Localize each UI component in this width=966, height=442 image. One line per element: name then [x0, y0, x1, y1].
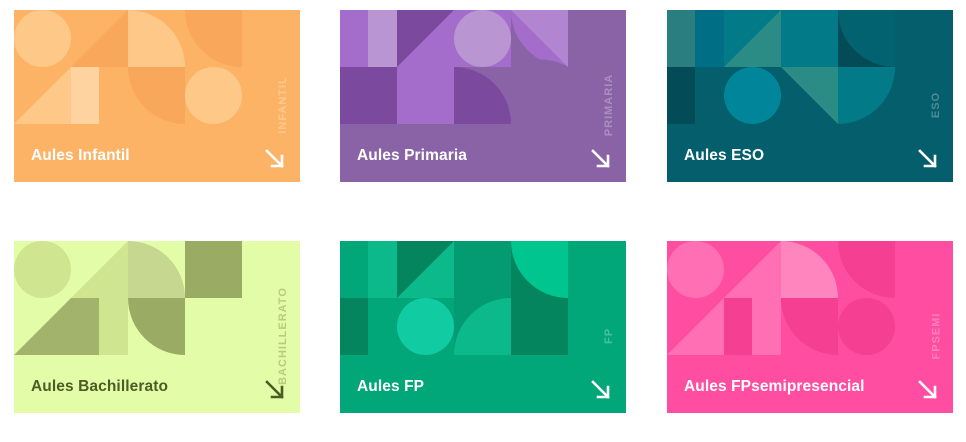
card-label: Aules Bachillerato — [31, 378, 169, 395]
card-tag: PRIMARIA — [603, 73, 616, 137]
arrow-down-right-icon — [265, 380, 284, 399]
card-label: Aules ESO — [684, 147, 765, 164]
card-label: Aules FP — [357, 378, 425, 395]
card-aules-fpsemipresencial[interactable]: FPSEMI Aules FPsemipresencial — [667, 241, 953, 413]
card-aules-bachillerato[interactable]: BACHILLERATO Aules Bachillerato — [14, 241, 300, 413]
card-aules-infantil[interactable]: INFANTIL Aules Infantil — [14, 10, 300, 182]
card-tag: INFANTIL — [277, 76, 289, 134]
card-aules-primaria[interactable]: PRIMARIA Aules Primaria — [340, 10, 626, 182]
card-label: Aules FPsemipresencial — [684, 378, 865, 395]
card-label: Aules Primaria — [357, 147, 467, 164]
arrow-down-right-icon — [918, 149, 937, 168]
card-aules-eso[interactable]: ESO Aules ESO — [667, 10, 953, 182]
card-tag: FPSEMI — [930, 312, 943, 360]
arrow-down-right-icon — [265, 149, 284, 168]
card-tag: ESO — [930, 91, 943, 119]
arrow-down-right-icon — [591, 149, 610, 168]
arrow-down-right-icon — [591, 380, 610, 399]
card-tag: FP — [603, 327, 615, 345]
card-tag: BACHILLERATO — [277, 287, 290, 385]
card-aules-fp[interactable]: FP Aules FP — [340, 241, 626, 413]
card-label: Aules Infantil — [31, 147, 130, 164]
arrow-down-right-icon — [918, 380, 937, 399]
